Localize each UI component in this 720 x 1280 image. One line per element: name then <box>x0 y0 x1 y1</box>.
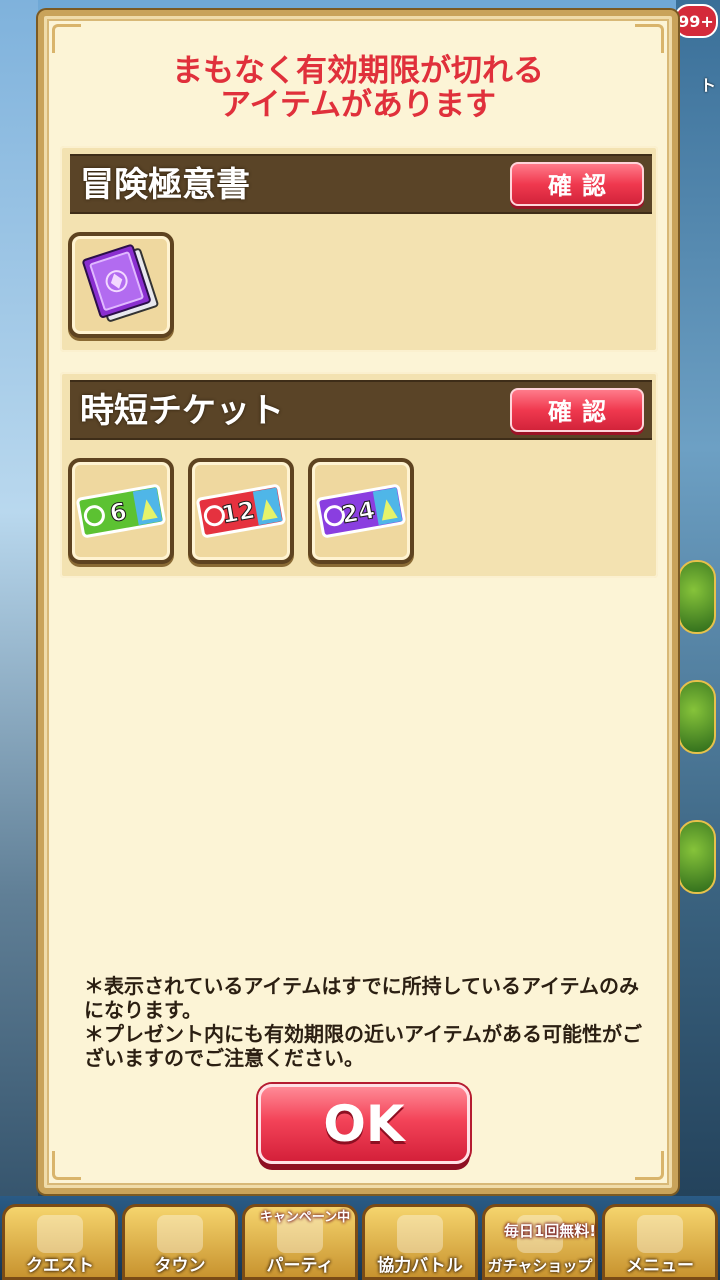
section-time-ticket: 時短チケット 確認 6 12 24 <box>60 372 658 578</box>
frame-corner-ornament <box>635 24 664 53</box>
item-slot[interactable] <box>68 232 174 338</box>
section-header: 時短チケット 確認 <box>70 380 652 440</box>
side-button-icon <box>678 560 716 634</box>
notice-text: ＊表示されているアイテムはすでに所持しているアイテムのみになります。 ＊プレゼン… <box>84 974 650 1070</box>
purple-book-icon <box>82 244 159 322</box>
confirm-button[interactable]: 確認 <box>510 388 644 432</box>
section-adventure-book: 冒険極意書 確認 <box>60 146 658 352</box>
time-ticket-icon: 12 <box>196 484 286 538</box>
expiring-items-dialog: まもなく有効期限が切れる アイテムがあります 冒険極意書 確認 時短チケット 確 <box>38 10 678 1194</box>
dialog-title: まもなく有効期限が切れる アイテムがあります <box>44 54 672 122</box>
notice-line: ＊表示されているアイテムはすでに所持しているアイテムのみになります。 <box>84 974 639 1022</box>
nav-label: 協力バトル <box>377 1256 463 1276</box>
ticket-hours-label: 24 <box>339 496 377 529</box>
section-title: 時短チケット <box>80 391 284 431</box>
ok-button[interactable]: OK <box>258 1084 470 1164</box>
nav-town[interactable]: タウン <box>122 1204 238 1280</box>
town-icon <box>157 1215 203 1253</box>
menu-icon <box>637 1215 683 1253</box>
section-title: 冒険極意書 <box>80 165 250 205</box>
side-button-icon <box>678 820 716 894</box>
time-ticket-icon: 24 <box>316 484 406 538</box>
background-left-edge <box>0 0 38 1280</box>
nav-label: メニュー <box>626 1256 694 1276</box>
coop-battle-icon <box>397 1215 443 1253</box>
notification-badge: 99+ <box>674 4 718 38</box>
ticket-hours-label: 12 <box>219 496 257 529</box>
item-slot[interactable]: 6 <box>68 458 174 564</box>
nav-label: タウン <box>154 1256 206 1276</box>
background-right-edge: 99+ ト <box>674 0 720 1280</box>
item-slot[interactable]: 24 <box>308 458 414 564</box>
daily-free-banner[interactable]: 毎日1回無料! <box>480 1220 620 1278</box>
notice-line: ＊プレゼント内にも有効期限の近いアイテムがある可能性がございますのでご注意くださ… <box>84 1022 642 1070</box>
nav-coop-battle[interactable]: 協力バトル <box>362 1204 478 1280</box>
nav-label: クエスト <box>26 1256 94 1276</box>
side-menu-label: ト <box>699 76 716 95</box>
time-ticket-icon: 6 <box>76 484 166 538</box>
side-button-icon <box>678 680 716 754</box>
campaign-banner[interactable]: キャンペーン中 <box>240 1206 370 1264</box>
nav-quest[interactable]: クエスト <box>2 1204 118 1280</box>
dialog-title-line: アイテムがあります <box>220 87 496 123</box>
quest-icon <box>37 1215 83 1253</box>
frame-corner-ornament <box>52 24 81 53</box>
frame-corner-ornament <box>635 1151 664 1180</box>
dialog-title-line: まもなく有効期限が切れる <box>172 53 544 89</box>
section-header: 冒険極意書 確認 <box>70 154 652 214</box>
item-slot[interactable]: 12 <box>188 458 294 564</box>
frame-corner-ornament <box>52 1151 81 1180</box>
confirm-button[interactable]: 確認 <box>510 162 644 206</box>
